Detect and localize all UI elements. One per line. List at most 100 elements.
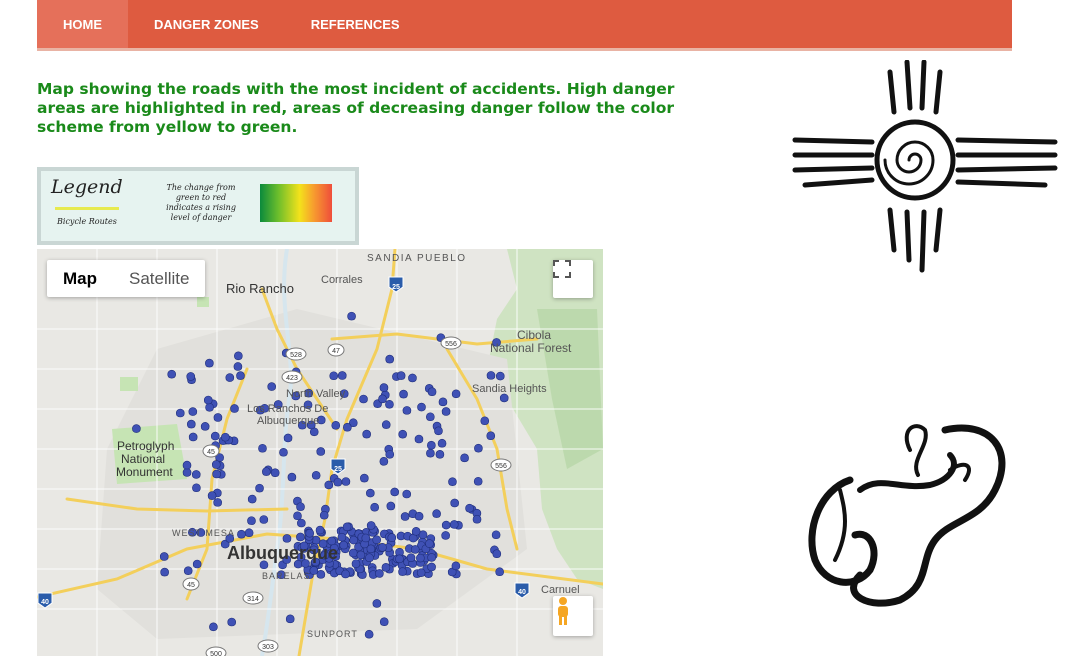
incident-marker[interactable] [207,491,217,500]
incident-marker[interactable] [390,487,400,497]
incident-marker[interactable] [331,420,341,430]
incident-marker[interactable] [283,433,293,443]
incident-marker[interactable] [411,527,421,536]
incident-marker[interactable] [205,403,214,412]
incident-marker[interactable] [441,531,450,540]
incident-marker[interactable] [258,443,267,453]
incident-marker[interactable] [192,483,201,493]
incident-marker[interactable] [435,450,445,459]
incident-marker[interactable] [381,563,391,572]
incident-marker[interactable] [230,404,239,413]
incident-marker[interactable] [491,530,501,540]
incident-marker[interactable] [333,477,343,487]
incident-marker[interactable] [378,542,387,552]
incident-marker[interactable] [296,532,305,542]
incident-marker[interactable] [365,553,374,563]
incident-marker[interactable] [337,532,347,542]
incident-marker[interactable] [192,559,202,569]
incident-marker[interactable] [191,470,201,479]
incident-marker[interactable] [200,422,210,431]
danger-map[interactable]: SANDIA PUEBLO Rio Rancho Corrales Cibola… [37,249,603,656]
incident-marker[interactable] [237,529,246,539]
incident-marker[interactable] [244,528,254,538]
incident-marker[interactable] [182,460,192,470]
incident-marker[interactable] [495,371,505,381]
incident-marker[interactable] [319,510,329,520]
incident-marker[interactable] [287,472,297,482]
incident-marker[interactable] [426,412,435,422]
incident-marker[interactable] [221,432,230,442]
incident-marker[interactable] [499,393,509,403]
incident-marker[interactable] [366,488,375,498]
incident-marker[interactable] [183,566,193,575]
incident-marker[interactable] [233,362,243,371]
incident-marker[interactable] [434,426,443,436]
incident-marker[interactable] [427,387,437,397]
incident-marker[interactable] [396,371,406,380]
incident-marker[interactable] [225,373,235,382]
incident-marker[interactable] [205,358,214,368]
incident-marker[interactable] [348,548,358,558]
incident-marker[interactable] [311,470,321,480]
incident-marker[interactable] [343,422,352,432]
incident-marker[interactable] [356,550,366,560]
incident-marker[interactable] [486,431,496,441]
nav-references[interactable]: REFERENCES [285,0,426,48]
incident-marker[interactable] [450,498,459,508]
incident-marker[interactable] [211,460,221,469]
incident-marker[interactable] [293,511,302,521]
map-canvas[interactable]: SANDIA PUEBLO Rio Rancho Corrales Cibola… [37,249,603,656]
street-view-button[interactable] [553,596,593,636]
incident-marker[interactable] [460,453,469,463]
incident-marker[interactable] [186,372,196,381]
incident-marker[interactable] [441,520,451,530]
incident-marker[interactable] [362,429,371,439]
incident-marker[interactable] [236,371,245,380]
incident-marker[interactable] [386,501,396,511]
incident-marker[interactable] [417,402,426,412]
incident-marker[interactable] [379,617,389,626]
incident-marker[interactable] [398,429,407,439]
incident-marker[interactable] [395,554,404,564]
incident-marker[interactable] [270,468,280,477]
incident-marker[interactable] [449,520,459,529]
incident-marker[interactable] [212,469,221,479]
incident-marker[interactable] [132,424,141,433]
incident-marker[interactable] [372,535,382,544]
incident-marker[interactable] [359,394,368,404]
incident-marker[interactable] [375,569,384,578]
incident-marker[interactable] [426,448,435,458]
incident-marker[interactable] [432,509,441,518]
nav-home[interactable]: HOME [37,0,128,48]
incident-marker[interactable] [267,382,277,391]
incident-marker[interactable] [203,395,213,405]
incident-marker[interactable] [282,534,292,543]
incident-marker[interactable] [316,447,326,456]
incident-marker[interactable] [329,371,339,381]
incident-marker[interactable] [247,494,257,504]
incident-marker[interactable] [495,567,504,577]
incident-marker[interactable] [213,413,223,422]
incident-marker[interactable] [437,438,447,448]
incident-marker[interactable] [451,389,461,399]
incident-marker[interactable] [324,480,334,490]
incident-marker[interactable] [416,568,426,577]
incident-marker[interactable] [473,476,483,486]
incident-marker[interactable] [372,599,382,608]
incident-marker[interactable] [480,416,490,426]
incident-marker[interactable] [366,544,376,554]
incident-marker[interactable] [465,503,474,513]
incident-marker[interactable] [262,467,271,476]
incident-marker[interactable] [379,383,389,392]
incident-marker[interactable] [182,468,192,477]
incident-marker[interactable] [385,399,394,409]
incident-marker[interactable] [188,432,198,442]
fullscreen-button[interactable] [553,260,593,298]
incident-marker[interactable] [387,533,397,542]
incident-marker[interactable] [305,528,315,538]
incident-marker[interactable] [406,553,416,562]
map-type-map-button[interactable]: Map [47,260,113,297]
incident-marker[interactable] [381,420,391,429]
incident-marker[interactable] [227,617,237,627]
incident-marker[interactable] [337,371,347,380]
